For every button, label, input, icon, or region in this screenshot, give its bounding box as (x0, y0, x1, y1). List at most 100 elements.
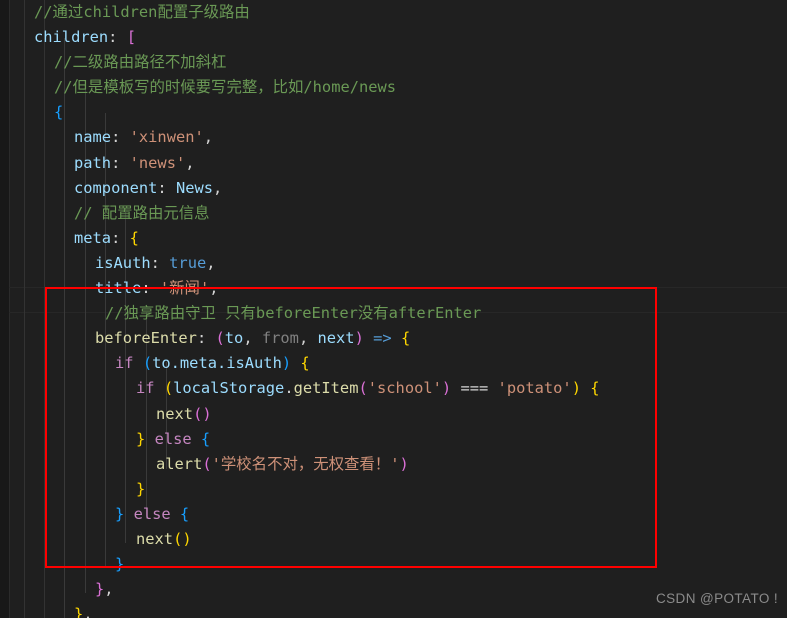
equality-operator: === (460, 379, 489, 398)
code-line: } else { (0, 427, 787, 452)
punctuation: , (206, 253, 216, 272)
code-line: if (localStorage.getItem('school') === '… (0, 376, 787, 401)
parameter-unused: from (261, 329, 299, 348)
punctuation (291, 354, 300, 372)
keyword-if: if (136, 379, 155, 398)
bracket-close: } (115, 555, 125, 574)
bracket-close: ) (571, 379, 581, 398)
punctuation: : (111, 128, 130, 147)
punctuation (134, 354, 143, 372)
bracket-open: ( (215, 329, 225, 348)
function-call: next (136, 529, 174, 548)
string-literal: 'school' (367, 379, 442, 398)
bracket-close: ) (441, 379, 452, 398)
keyword-if: if (115, 354, 134, 373)
bracket-open: ( (163, 379, 174, 398)
watermark-text: CSDN @POTATO ! (656, 591, 779, 606)
bracket-open: ( (142, 354, 153, 373)
bracket-open: { (400, 329, 411, 348)
bracket-pair: () (193, 404, 212, 423)
code-line: } (0, 477, 787, 502)
code-line: //通过children配置子级路由 (0, 0, 787, 25)
bracket-pair: () (173, 529, 192, 548)
bracket-open: { (179, 504, 190, 523)
property-key: title (95, 279, 142, 298)
punctuation: : (141, 279, 160, 298)
code-line: next() (0, 402, 787, 427)
bracket-close: } (136, 479, 146, 498)
bracket-open: { (300, 354, 310, 373)
property-key: path (74, 153, 112, 172)
function-call: alert (156, 454, 203, 473)
object-identifier: localStorage (173, 379, 285, 398)
string-literal: '新闻' (159, 279, 210, 298)
punctuation (488, 379, 497, 397)
punctuation: . (284, 379, 294, 398)
code-editor-screenshot: //通过children配置子级路由 children: [ //二级路由路径不… (0, 0, 787, 618)
code-line: beforeEnter: (to, from, next) => { (0, 326, 787, 351)
code-line: path: 'news', (0, 151, 787, 176)
bracket-open: ( (358, 379, 368, 398)
method-name: getItem (293, 379, 359, 398)
punctuation (155, 379, 164, 397)
code-line: name: 'xinwen', (0, 125, 787, 150)
punctuation (171, 505, 180, 523)
bracket-open: { (129, 228, 139, 247)
punctuation: , (185, 153, 195, 172)
code-line: title: '新闻', (0, 276, 787, 301)
punctuation: : (111, 153, 130, 172)
string-literal: '学校名不对，无权查看！' (211, 454, 400, 473)
code-line: next() (0, 527, 787, 552)
code-line: //但是模板写的时候要写完整，比如/home/news (0, 75, 787, 100)
code-line: meta: { (0, 226, 787, 251)
boolean-literal: true (169, 253, 207, 272)
string-literal: 'xinwen' (129, 128, 204, 147)
code-line: //独享路由守卫 只有beforeEnter没有afterEnter (0, 301, 787, 326)
code-line: //二级路由路径不加斜杠 (0, 50, 787, 75)
keyword-else: else (133, 504, 171, 523)
punctuation (392, 329, 401, 347)
punctuation: : (108, 28, 127, 47)
code-line: children: [ (0, 25, 787, 50)
arrow-operator: => (373, 329, 392, 348)
component-identifier: News (175, 178, 214, 197)
code-line: alert('学校名不对，无权查看！') (0, 452, 787, 477)
bracket-open: [ (126, 28, 136, 47)
punctuation (145, 430, 154, 448)
bracket-open: { (590, 379, 600, 398)
code-line: isAuth: true, (0, 251, 787, 276)
bracket-open: { (54, 103, 64, 122)
code-line: } else { (0, 502, 787, 527)
punctuation: , (243, 329, 262, 348)
punctuation: : (157, 178, 176, 197)
punctuation: , (203, 128, 214, 147)
punctuation (124, 505, 133, 523)
code-line: if (to.meta.isAuth) { (0, 351, 787, 376)
property-key: children (34, 28, 109, 47)
comment-token: //但是模板写的时候要写完整，比如/home/news (54, 78, 397, 97)
punctuation: , (209, 279, 219, 298)
bracket-close: } (95, 580, 105, 599)
property-key: meta (74, 228, 112, 247)
punctuation (364, 329, 373, 347)
code-line: { (0, 100, 787, 125)
bracket-close: ) (354, 329, 364, 348)
property-key: name (74, 128, 112, 147)
bracket-close: } (115, 504, 125, 523)
comment-token: // 配置路由元信息 (74, 203, 210, 222)
string-literal: 'potato' (497, 379, 572, 398)
bracket-close: ) (281, 354, 292, 373)
string-literal: 'news' (129, 153, 186, 172)
bracket-open: ( (202, 454, 212, 473)
punctuation: , (104, 580, 114, 599)
code-content[interactable]: //通过children配置子级路由 children: [ //二级路由路径不… (0, 0, 787, 618)
punctuation (581, 379, 590, 397)
keyword-else: else (154, 429, 192, 448)
punctuation: : (196, 329, 216, 348)
punctuation: , (298, 329, 318, 348)
property-key: component (74, 178, 158, 197)
bracket-close: } (136, 429, 146, 448)
comment-token: //二级路由路径不加斜杠 (54, 53, 227, 72)
bracket-close: } (74, 605, 84, 618)
punctuation: , (213, 178, 223, 197)
